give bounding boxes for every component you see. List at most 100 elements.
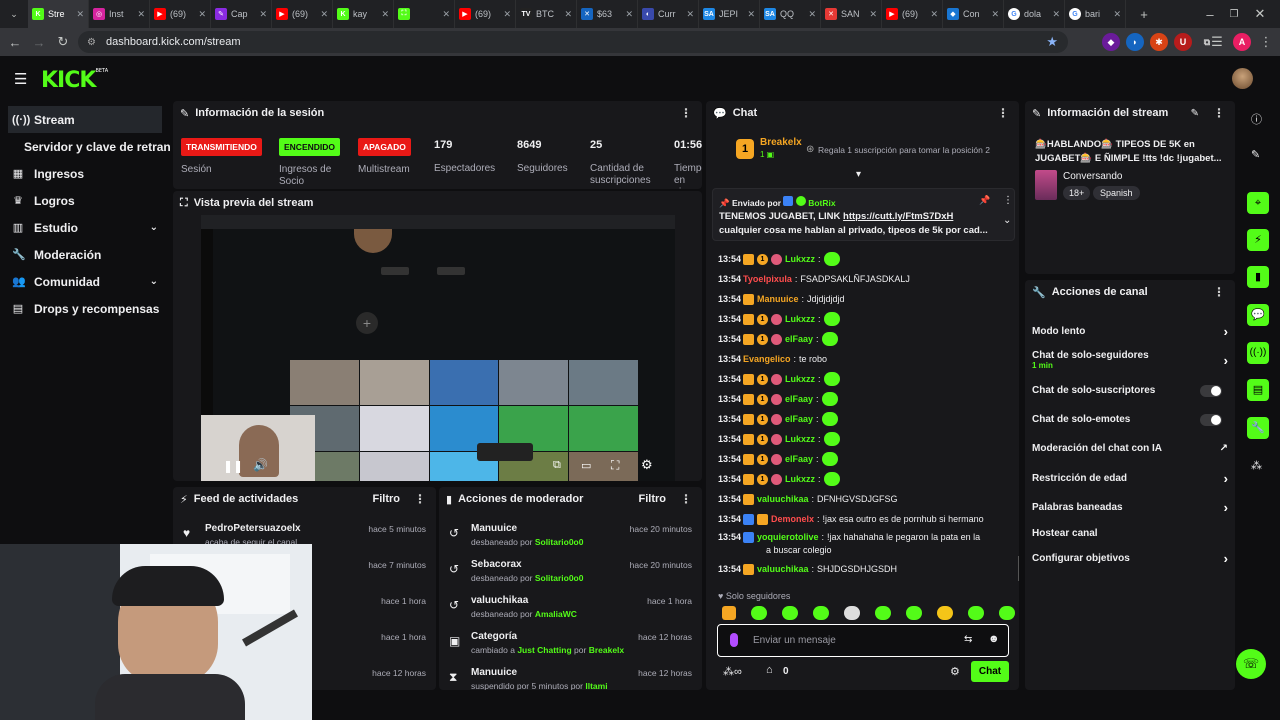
channel-action-item[interactable]: Chat de solo-emotes <box>1032 413 1228 426</box>
emote-icon[interactable] <box>844 606 860 620</box>
channel-action-item[interactable]: Modo lento › <box>1032 324 1228 339</box>
sidebar-item-comunidad[interactable]: 👥 Comunidad ⌄ <box>0 268 170 295</box>
tab-close-icon[interactable]: ✕ <box>259 9 267 20</box>
edit-icon[interactable]: ✎ <box>1251 148 1260 161</box>
chat-message[interactable]: 13:54 1 Lukxzz: <box>706 469 1019 489</box>
chat-message[interactable]: 13:54 1 elFaay: <box>706 409 1019 429</box>
category-name[interactable]: Conversando <box>1063 171 1122 182</box>
rail-panel-2-icon[interactable]: ⚡ <box>1247 229 1269 251</box>
chat-message[interactable]: 13:54 1 Lukxzz: <box>706 249 1019 269</box>
new-tab-button[interactable]: + <box>1132 2 1156 26</box>
chat-message[interactable]: 13:54 Tyoelpixula: FSADPSAKLÑFJASDKALJ <box>706 269 1019 289</box>
sidebar-item-estudio[interactable]: ▥ Estudio ⌄ <box>0 214 170 241</box>
chat-username[interactable]: Lukxzz <box>785 254 815 264</box>
chat-username[interactable]: valuuchikaa <box>757 494 809 504</box>
emote-icon[interactable] <box>937 606 953 620</box>
chat-username[interactable]: elFaay <box>785 334 813 344</box>
browser-tab[interactable]: ✎ Cap ✕ <box>211 0 272 28</box>
browser-tab[interactable]: SA QQ ✕ <box>760 0 821 28</box>
profile-avatar[interactable]: A <box>1233 33 1251 51</box>
settings-gear-icon[interactable]: ⚙ <box>641 457 653 473</box>
chat-message[interactable]: 13:54 1 Lukxzz: <box>706 369 1019 389</box>
chat-username[interactable]: yoquierotolive <box>757 532 819 542</box>
browser-tab[interactable]: Gdola ✕ <box>1004 0 1065 28</box>
browser-tab[interactable]: ▶ (69) ✕ <box>455 0 516 28</box>
chat-message[interactable]: 13:54 1 elFaay: <box>706 449 1019 469</box>
tab-close-icon[interactable]: ✕ <box>320 9 328 20</box>
pinned-message[interactable]: 📌 Enviado por BotRix 📌 ⋮ TENEMOS JUGABET… <box>712 188 1015 241</box>
sidebar-item-ingresos[interactable]: ▦ Ingresos <box>0 160 170 187</box>
more-options-icon[interactable]: ⋮ <box>1213 106 1225 120</box>
extension-3-icon[interactable]: ✱ <box>1150 33 1168 51</box>
tab-close-icon[interactable]: ✕ <box>625 9 633 20</box>
moderator-action-item[interactable]: ▣ Categoría cambiado a Just Chatting por B… <box>439 625 702 661</box>
scrollbar[interactable] <box>1018 556 1019 581</box>
minimize-icon[interactable]: – <box>1198 2 1222 26</box>
more-options-icon[interactable]: ⋮ <box>1213 285 1225 299</box>
community-icon[interactable]: ⁂ <box>1251 459 1262 472</box>
browser-tab[interactable]: ▶ (69) ✕ <box>882 0 943 28</box>
rail-panel-7-icon[interactable]: 🔧 <box>1247 417 1269 439</box>
tab-close-icon[interactable]: ✕ <box>381 9 389 20</box>
browser-tab[interactable]: Kkay ✕ <box>333 0 394 28</box>
tab-close-icon[interactable]: ✕ <box>930 9 938 20</box>
category-thumbnail[interactable] <box>1035 170 1057 200</box>
chat-username[interactable]: Lukxzz <box>785 434 815 444</box>
volume-icon[interactable]: 🔊 <box>253 458 268 472</box>
support-chat-icon[interactable]: ☏ <box>1236 649 1266 679</box>
browser-tab[interactable]: ✕ SAN ✕ <box>821 0 882 28</box>
reload-icon[interactable]: ↻ <box>51 30 75 54</box>
sidebar-item-drops[interactable]: ▤ Drops y recompensas <box>0 295 170 322</box>
pip-icon[interactable]: ⧉ <box>553 459 561 472</box>
emote-icon[interactable] <box>999 606 1015 620</box>
close-window-icon[interactable]: ✕ <box>1248 2 1272 26</box>
sidebar-item-stream[interactable]: ((·)) Stream <box>8 106 162 133</box>
rail-panel-4-icon[interactable]: 💬 <box>1247 304 1269 326</box>
chat-settings-icon[interactable]: ⚙ <box>950 665 960 678</box>
chat-message[interactable]: 13:54 Evangelico: te robo <box>706 349 1019 369</box>
tab-close-icon[interactable]: ✕ <box>76 9 84 20</box>
rail-panel-5-icon[interactable]: ((·)) <box>1247 342 1269 364</box>
toggle-switch[interactable] <box>1200 413 1222 426</box>
tab-close-icon[interactable]: ✕ <box>503 9 511 20</box>
more-options-icon[interactable]: ⋮ <box>1003 195 1013 206</box>
sidebar-item-server-key[interactable]: Servidor y clave de retransmisión <box>0 133 170 160</box>
emote-icon[interactable] <box>751 606 767 620</box>
translate-icon[interactable]: ⇆ <box>964 634 972 645</box>
theater-icon[interactable]: ▭ <box>581 459 591 472</box>
emote-icon[interactable] <box>782 606 798 620</box>
tab-close-icon[interactable]: ✕ <box>869 9 877 20</box>
tab-close-icon[interactable]: ✕ <box>747 9 755 20</box>
browser-tab[interactable]: Gbari ✕ <box>1065 0 1126 28</box>
more-options-icon[interactable]: ⋮ <box>680 106 692 120</box>
info-icon[interactable]: ⓘ <box>1251 111 1262 127</box>
sidebar-item-moderacion[interactable]: 🔧 Moderación <box>0 241 170 268</box>
chat-username[interactable]: Manuuice <box>757 294 799 304</box>
more-options-icon[interactable]: ⋮ <box>680 492 692 506</box>
emote-icon[interactable] <box>813 606 829 620</box>
edit-pencil-icon[interactable]: ✎ <box>1191 108 1199 119</box>
browser-tab[interactable]: ▶ (69) ✕ <box>272 0 333 28</box>
rail-panel-1-icon[interactable]: ⌖ <box>1247 192 1269 214</box>
emote-icon[interactable] <box>968 606 984 620</box>
browser-tab[interactable]: ◆ Con ✕ <box>943 0 1004 28</box>
kick-logo[interactable]: KICKBETA <box>41 68 108 93</box>
browser-tab[interactable]: ▶ (69) ✕ <box>150 0 211 28</box>
tab-close-icon[interactable]: ✕ <box>686 9 694 20</box>
chat-username[interactable]: elFaay <box>785 394 813 404</box>
emote-icon[interactable] <box>722 606 736 620</box>
channel-action-item[interactable]: Chat de solo-seguidores 1 min › <box>1032 350 1228 370</box>
pinned-link[interactable]: https://cutt.ly/FtmS7DxH <box>843 211 953 222</box>
points-icon[interactable]: ⌂ <box>766 664 773 676</box>
chevron-down-icon[interactable]: ⌄ <box>1003 215 1011 226</box>
chat-input[interactable]: Enviar un mensaje ⇆ ☻ <box>717 624 1009 657</box>
channel-action-item[interactable]: Hostear canal <box>1032 528 1228 539</box>
fullscreen-icon[interactable]: ⛶ <box>611 458 619 473</box>
filter-button[interactable]: Filtro <box>639 493 667 505</box>
tab-close-icon[interactable]: ✕ <box>991 9 999 20</box>
channel-action-item[interactable]: Configurar objetivos › <box>1032 551 1228 566</box>
chat-message[interactable]: 13:54 1 elFaay: <box>706 389 1019 409</box>
chat-username[interactable]: valuuchikaa <box>757 564 809 574</box>
emote-icon[interactable] <box>875 606 891 620</box>
emote-icon[interactable] <box>906 606 922 620</box>
